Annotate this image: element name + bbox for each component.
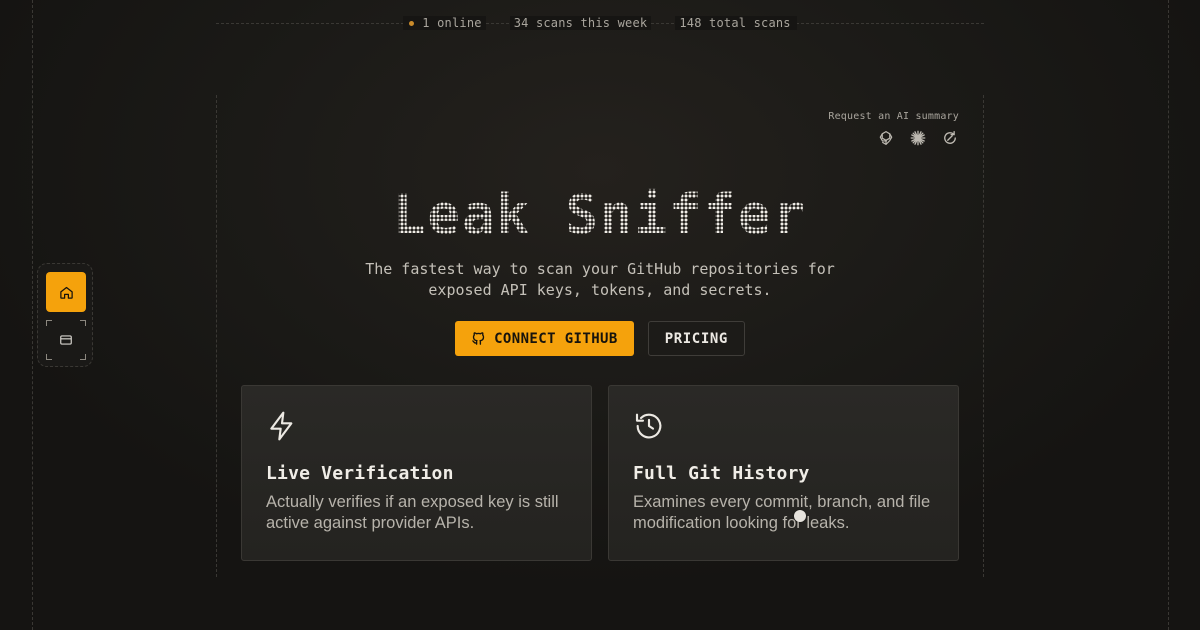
pricing-label: PRICING (664, 330, 728, 347)
online-count: 1 online (422, 16, 482, 30)
feature-title: Live Verification (266, 463, 454, 484)
hero-subtitle: The fastest way to scan your GitHub repo… (300, 259, 900, 301)
weekly-scans: 34 scans this week (513, 16, 648, 30)
connect-github-button[interactable]: CONNECT GITHUB (455, 321, 634, 356)
ai-provider-icons (828, 129, 959, 147)
guide-line-outer-right (1168, 0, 1169, 630)
ai-summary: Request an AI summary (828, 111, 959, 147)
pricing-card-icon (59, 333, 73, 347)
perplexity-icon[interactable] (941, 129, 959, 147)
stats-bar: 1 online 34 scans this week 148 total sc… (0, 16, 1200, 30)
focus-corner (80, 354, 86, 360)
side-nav (37, 263, 93, 367)
online-dot-icon (409, 20, 415, 26)
page: 1 online 34 scans this week 148 total sc… (0, 0, 1200, 630)
nav-pricing-button[interactable] (46, 320, 86, 360)
claude-icon[interactable] (909, 129, 927, 147)
hero-subtitle-line-2: exposed API keys, tokens, and secrets. (428, 281, 772, 299)
cta-row: CONNECT GITHUB PRICING (0, 321, 1200, 356)
pricing-button[interactable]: PRICING (647, 321, 745, 356)
history-icon (633, 410, 665, 442)
focus-corner (46, 320, 52, 326)
connect-github-label: CONNECT GITHUB (494, 330, 618, 347)
guide-line-outer-left (32, 0, 33, 630)
feature-description: Actually verifies if an exposed key is s… (266, 493, 559, 532)
online-stat: 1 online (403, 16, 486, 30)
feature-card-full-git-history: Full Git History Examines every commit, … (608, 385, 959, 561)
total-scans: 148 total scans (679, 16, 791, 30)
ai-summary-label: Request an AI summary (828, 111, 959, 122)
github-icon (471, 331, 486, 346)
hero-title: Leak Sniffer (0, 182, 1200, 248)
feature-title: Full Git History (633, 463, 810, 484)
hero-subtitle-line-1: The fastest way to scan your GitHub repo… (365, 260, 835, 278)
mouse-cursor (794, 510, 806, 522)
feature-description: Examines every commit, branch, and file … (633, 493, 931, 532)
focus-corner (80, 320, 86, 326)
total-scans-stat: 148 total scans (675, 16, 797, 30)
nav-home-button[interactable] (46, 272, 86, 312)
weekly-scans-stat: 34 scans this week (509, 16, 652, 30)
lightning-icon (266, 410, 298, 442)
focus-corner (46, 354, 52, 360)
chatgpt-icon[interactable] (877, 129, 895, 147)
home-icon (59, 285, 74, 300)
feature-card-live-verification: Live Verification Actually verifies if a… (241, 385, 592, 561)
